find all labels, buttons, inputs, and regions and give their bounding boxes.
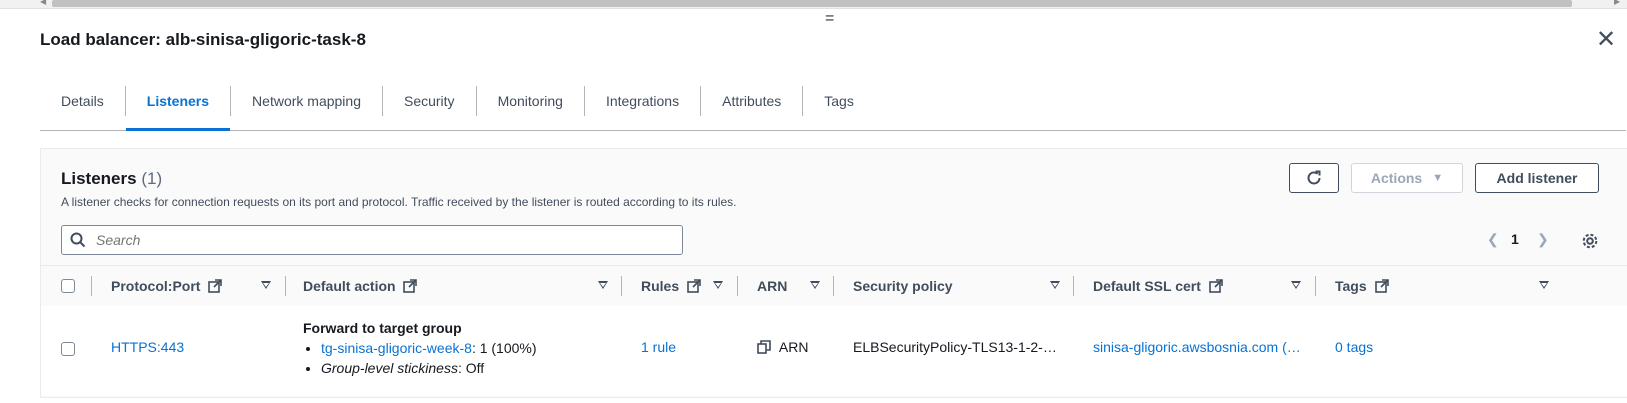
column-header-tags[interactable]: Tags xyxy=(1335,266,1389,306)
column-header-default-ssl-cert[interactable]: Default SSL cert xyxy=(1093,266,1223,306)
sort-icon[interactable] xyxy=(261,281,271,289)
copy-icon xyxy=(757,339,771,354)
external-link-icon xyxy=(208,278,223,293)
rules-link[interactable]: 1 rule xyxy=(641,339,676,355)
listeners-heading: Listeners (1) xyxy=(61,169,162,189)
column-divider xyxy=(1315,276,1316,296)
refresh-icon xyxy=(1307,170,1321,185)
column-divider xyxy=(621,276,622,296)
search-input[interactable] xyxy=(94,231,658,249)
column-divider xyxy=(285,276,286,296)
tab-tags[interactable]: Tags xyxy=(803,84,875,130)
actions-button[interactable]: Actions ▼ xyxy=(1351,163,1463,193)
settings-gear-icon[interactable] xyxy=(1581,232,1599,250)
tab-monitoring[interactable]: Monitoring xyxy=(477,84,584,130)
column-label: Protocol:Port xyxy=(111,278,201,294)
column-divider xyxy=(737,276,738,296)
column-divider xyxy=(1073,276,1074,296)
security-policy-value: ELBSecurityPolicy-TLS13-1-2-… xyxy=(853,339,1057,355)
forward-title: Forward to target group xyxy=(303,320,462,336)
column-header-default-action[interactable]: Default action xyxy=(303,266,418,306)
tab-integrations[interactable]: Integrations xyxy=(585,84,700,130)
external-link-icon xyxy=(687,278,701,293)
tab-attributes[interactable]: Attributes xyxy=(701,84,802,130)
sort-icon[interactable] xyxy=(1291,281,1301,289)
page-number[interactable]: 1 xyxy=(1511,231,1519,247)
default-action: Forward to target group tg-sinisa-gligor… xyxy=(303,320,537,380)
stickiness-label: Group-level stickiness xyxy=(321,360,458,376)
tab-network-mapping[interactable]: Network mapping xyxy=(231,84,382,130)
actions-label: Actions xyxy=(1370,170,1423,186)
listeners-title: Listeners xyxy=(61,169,137,188)
table-header: Protocol:Port Default action Rules ARN S… xyxy=(41,265,1627,307)
sort-icon[interactable] xyxy=(1539,281,1549,289)
listeners-panel: Listeners (1) A listener checks for conn… xyxy=(40,148,1627,398)
sort-icon[interactable] xyxy=(810,281,820,289)
arn-label: ARN xyxy=(778,339,809,355)
stickiness-item: Group-level stickiness: Off xyxy=(321,360,537,376)
scrollbar-thumb[interactable] xyxy=(52,0,1572,7)
target-group-link[interactable]: tg-sinisa-gligoric-week-8 xyxy=(321,340,472,356)
tags-link[interactable]: 0 tags xyxy=(1335,339,1373,355)
page-title: Load balancer: alb-sinisa-gligoric-task-… xyxy=(40,30,366,49)
tab-listeners[interactable]: Listeners xyxy=(125,84,231,131)
column-header-rules[interactable]: Rules xyxy=(641,266,701,306)
listeners-count: (1) xyxy=(141,169,163,188)
previous-page-icon[interactable]: ❮ xyxy=(1487,231,1499,248)
column-header-security-policy[interactable]: Security policy xyxy=(853,266,953,306)
resize-handle[interactable]: = xyxy=(825,11,834,27)
external-link-icon xyxy=(403,278,418,293)
external-link-icon xyxy=(1208,278,1223,293)
search-icon xyxy=(70,232,86,248)
column-label: Tags xyxy=(1335,278,1367,294)
sort-icon[interactable] xyxy=(598,281,608,289)
external-link-icon xyxy=(1374,278,1389,293)
listeners-description: A listener checks for connection request… xyxy=(61,195,737,209)
caret-down-icon: ▼ xyxy=(1432,172,1444,184)
forward-details: tg-sinisa-gligoric-week-8: 1 (100%) Grou… xyxy=(303,340,537,376)
search-box[interactable] xyxy=(61,225,683,255)
tab-security[interactable]: Security xyxy=(383,84,476,130)
column-header-arn[interactable]: ARN xyxy=(757,266,787,306)
select-all-checkbox[interactable] xyxy=(61,279,75,293)
add-listener-button[interactable]: Add listener xyxy=(1475,163,1599,193)
refresh-button[interactable] xyxy=(1289,163,1339,193)
ssl-cert-link[interactable]: sinisa-gligoric.awsbosnia.com (… xyxy=(1093,339,1301,355)
column-label: Rules xyxy=(641,278,680,294)
scroll-right-arrow-icon[interactable]: ▶ xyxy=(1614,0,1620,6)
horizontal-scrollbar[interactable]: ◀ ▶ xyxy=(0,0,1627,9)
column-label: Default SSL cert xyxy=(1093,278,1201,294)
column-header-protocol-port[interactable]: Protocol:Port xyxy=(111,266,223,306)
target-group-item: tg-sinisa-gligoric-week-8: 1 (100%) xyxy=(321,340,537,356)
arn-copy[interactable]: ARN xyxy=(757,339,808,355)
protocol-port-link[interactable]: HTTPS:443 xyxy=(111,339,184,355)
target-weight: : 1 (100%) xyxy=(471,340,537,356)
table-row[interactable]: HTTPS:443 Forward to target group tg-sin… xyxy=(41,306,1627,396)
row-checkbox[interactable] xyxy=(61,342,75,356)
tab-bar: Details Listeners Network mapping Securi… xyxy=(40,84,1626,131)
column-label: Default action xyxy=(303,278,396,294)
sort-icon[interactable] xyxy=(1050,281,1060,289)
stickiness-value: : Off xyxy=(457,360,485,376)
tab-details[interactable]: Details xyxy=(40,84,125,130)
column-divider xyxy=(833,276,834,296)
close-icon[interactable]: ✕ xyxy=(1596,28,1616,52)
sort-icon[interactable] xyxy=(713,281,723,289)
column-divider xyxy=(91,276,92,296)
next-page-icon[interactable]: ❯ xyxy=(1537,231,1549,248)
scroll-left-arrow-icon[interactable]: ◀ xyxy=(40,0,46,6)
